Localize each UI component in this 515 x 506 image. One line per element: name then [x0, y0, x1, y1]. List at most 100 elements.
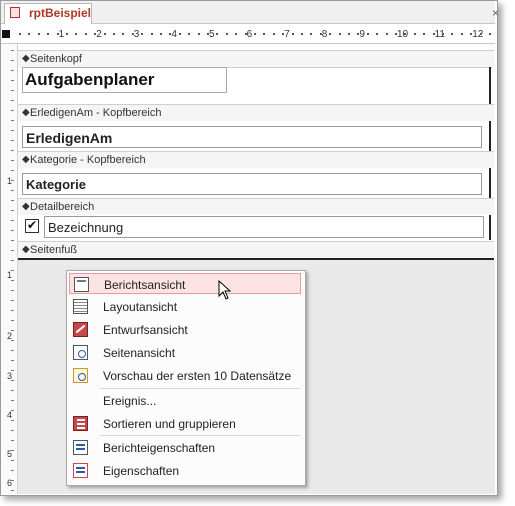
menu-item-berichtsansicht[interactable]: Berichtsansicht — [69, 273, 301, 294]
ruler-tick — [263, 33, 266, 35]
design-view-icon — [73, 322, 88, 337]
ruler-tick — [11, 310, 14, 311]
band-arrow-icon: ◆ — [22, 107, 30, 118]
ruler-tick — [11, 110, 14, 111]
ruler-tick — [489, 33, 491, 35]
ruler-tick — [66, 33, 68, 35]
sort-group-icon — [73, 416, 88, 431]
ruler-tick — [338, 33, 341, 35]
menu-item-sortieren[interactable]: Sortieren und gruppieren — [69, 413, 301, 434]
ruler-tick — [348, 33, 350, 35]
document-tab-title: rptBeispiel — [29, 6, 92, 20]
ruler-tick — [479, 33, 482, 35]
ruler-tick — [11, 390, 14, 391]
ruler-tick — [301, 33, 303, 35]
band-label: Detailbereich — [30, 201, 95, 213]
ruler-tick — [11, 410, 14, 411]
menu-item-vorschau[interactable]: Vorschau der ersten 10 Datensätze — [69, 365, 301, 386]
menu-separator — [99, 435, 301, 436]
ruler-tick — [395, 33, 397, 35]
context-menu: Berichtsansicht Layoutansicht Entwurfsan… — [66, 270, 306, 486]
ruler-tick — [122, 33, 125, 35]
menu-item-layoutansicht[interactable]: Layoutansicht — [69, 296, 301, 317]
check-icon: ✔ — [27, 218, 38, 232]
properties-icon — [73, 463, 88, 478]
ruler-tick — [11, 230, 14, 231]
ruler-tick — [84, 33, 87, 35]
menu-item-label: Vorschau der ersten 10 Datensätze — [103, 369, 292, 383]
ruler-tick — [413, 33, 416, 35]
band-erledigen-header[interactable]: ◆ ErledigenAm - Kopfbereich — [18, 104, 494, 122]
ruler-tick — [11, 220, 14, 221]
ruler-number: 7 — [284, 29, 290, 40]
ruler-number: 6 — [246, 29, 253, 40]
ruler-number: 1 — [58, 29, 65, 40]
ruler-tick — [47, 33, 50, 35]
ruler-tick — [11, 70, 14, 71]
divider — [227, 67, 492, 68]
ruler-tick — [291, 33, 294, 35]
close-icon[interactable]: × — [492, 6, 499, 20]
ruler-tick — [11, 380, 14, 381]
ruler-tick — [11, 100, 14, 101]
menu-item-label: Ereignis... — [103, 394, 157, 408]
band-label: ErledigenAm - Kopfbereich — [30, 107, 162, 119]
ruler-tick — [11, 420, 14, 421]
ruler-tick — [11, 480, 14, 481]
erledigen-am-field[interactable]: ErledigenAm — [22, 126, 482, 148]
ruler-tick — [11, 130, 14, 131]
ruler-tick — [404, 33, 407, 35]
ruler-number: 2 — [96, 29, 102, 40]
menu-item-berichteigenschaften[interactable]: Berichteigenschaften — [69, 437, 301, 458]
band-page-footer[interactable]: ◆ Seitenfuß — [18, 241, 494, 259]
ruler-tick — [11, 140, 14, 141]
ruler-number: 4 — [7, 410, 13, 420]
ruler-tick — [178, 33, 181, 35]
ruler-tick — [310, 33, 313, 35]
ruler-tick — [11, 300, 14, 301]
section-edge — [489, 215, 491, 240]
checkbox[interactable]: ✔ — [25, 218, 39, 233]
ruler-number: 1 — [7, 270, 13, 280]
ruler-tick — [94, 33, 97, 35]
section-edge — [489, 168, 491, 198]
select-report-button[interactable] — [2, 30, 10, 38]
ruler-tick — [451, 33, 454, 35]
ruler-number: 5 — [209, 29, 215, 40]
band-detail[interactable]: ◆ Detailbereich — [18, 198, 494, 216]
ruler-tick — [11, 50, 14, 51]
preview-records-icon — [73, 368, 88, 383]
ruler-tick — [11, 160, 14, 161]
ruler-tick — [19, 33, 21, 35]
menu-item-seitenansicht[interactable]: Seitenansicht — [69, 342, 301, 363]
bezeichnung-field[interactable]: Bezeichnung — [44, 216, 484, 238]
menu-item-ereignis[interactable]: Ereignis... — [69, 390, 301, 411]
band-page-header[interactable]: ◆ Seitenkopf — [18, 50, 494, 68]
ruler-tick — [11, 340, 14, 341]
ruler-tick — [56, 33, 59, 35]
menu-separator — [99, 388, 301, 389]
menu-item-label: Layoutansicht — [103, 300, 178, 314]
mouse-pointer-icon — [218, 280, 232, 300]
menu-item-entwurfsansicht[interactable]: Entwurfsansicht — [69, 319, 301, 340]
kategorie-text: Kategorie — [26, 177, 86, 192]
ruler-tick — [225, 33, 228, 35]
ruler-number: 8 — [321, 29, 328, 40]
band-kategorie-header[interactable]: ◆ Kategorie - Kopfbereich — [18, 151, 494, 169]
band-arrow-icon: ◆ — [22, 201, 30, 212]
ruler-tick — [460, 33, 463, 35]
kategorie-field[interactable]: Kategorie — [22, 173, 482, 195]
ruler-tick — [366, 33, 369, 35]
print-preview-icon — [73, 345, 88, 360]
ruler-tick — [188, 33, 191, 35]
ruler-number: 10 — [397, 29, 409, 40]
ruler-tick — [103, 33, 106, 35]
title-label-text: Aufgabenplaner — [25, 70, 155, 89]
title-label[interactable]: Aufgabenplaner — [22, 67, 227, 93]
ruler-tick — [11, 210, 14, 211]
ruler-tick — [11, 440, 14, 441]
report-view-icon — [74, 277, 89, 292]
menu-item-label: Eigenschaften — [103, 464, 180, 478]
ruler-tick — [11, 240, 14, 241]
menu-item-eigenschaften[interactable]: Eigenschaften — [69, 460, 301, 481]
